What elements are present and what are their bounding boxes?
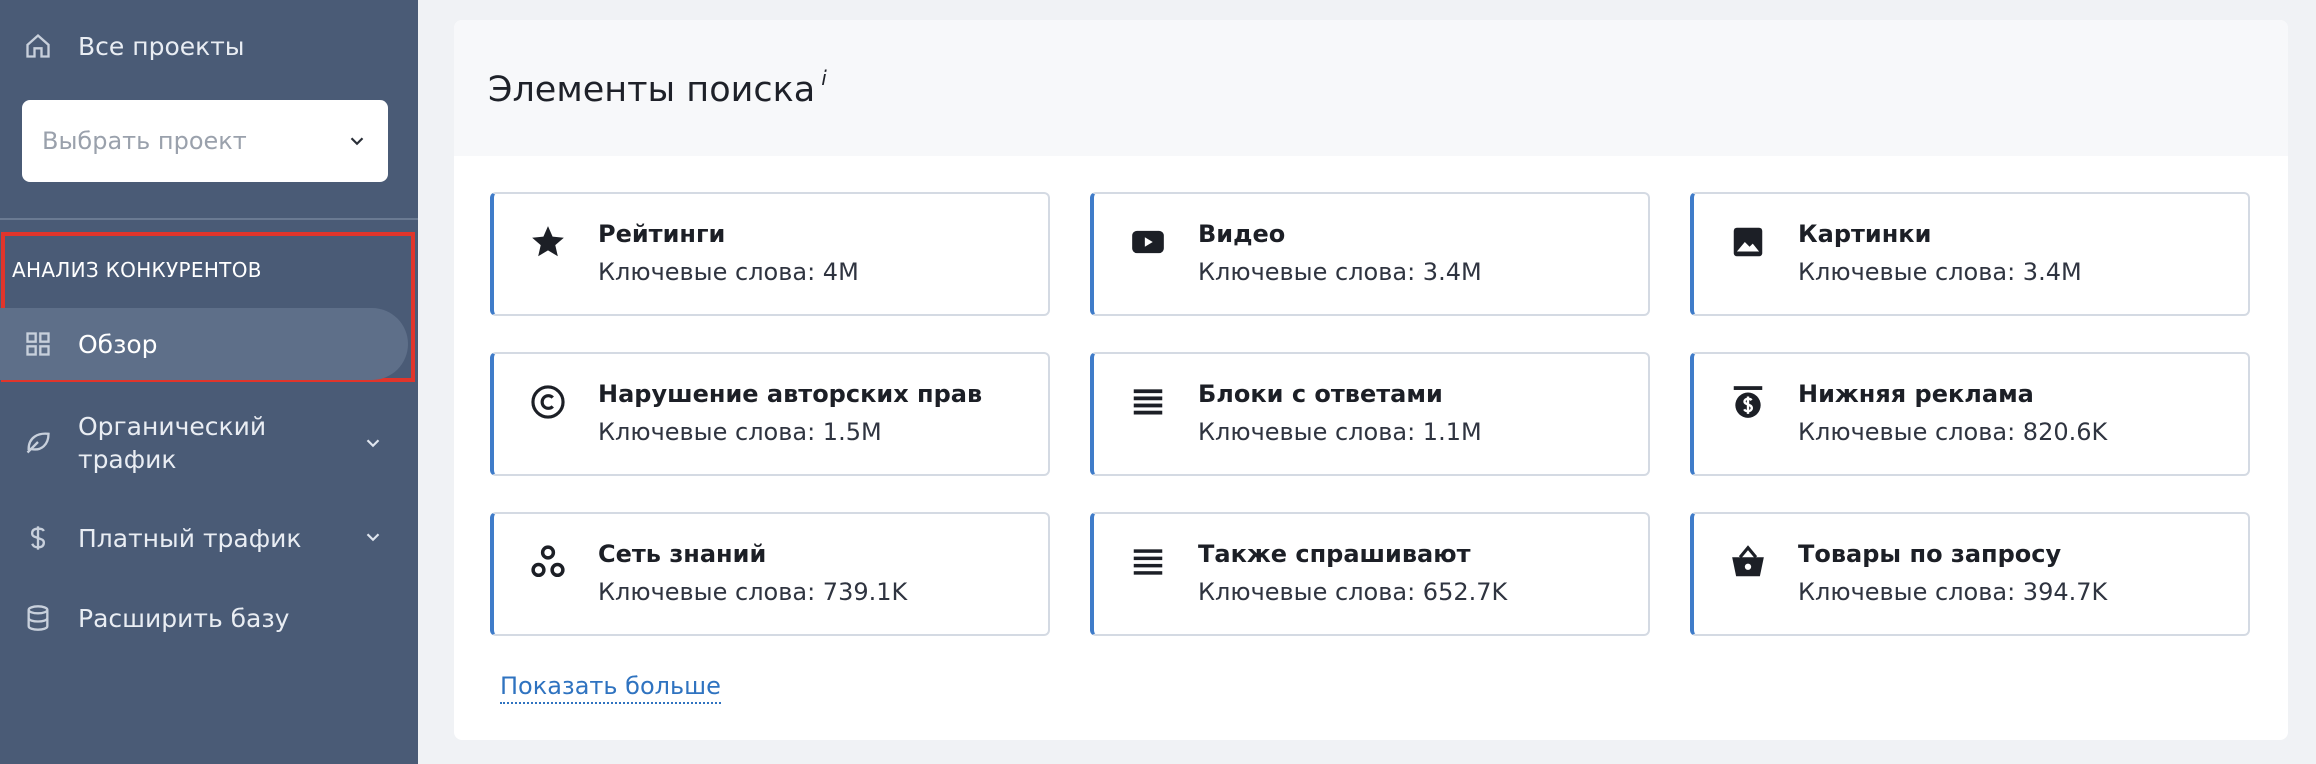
tile-keywords: Ключевые слова: 1.1M: [1198, 418, 1482, 446]
tile-keywords: Ключевые слова: 1.5M: [598, 418, 882, 446]
tile-people-also-ask[interactable]: Также спрашивают Ключевые слова: 652.7K: [1090, 512, 1650, 636]
tile-video[interactable]: Видео Ключевые слова: 3.4M: [1090, 192, 1650, 316]
sidebar-item-label: Органический трафик: [78, 412, 267, 474]
basket-icon: [1728, 542, 1768, 582]
sidebar-divider: [0, 218, 418, 220]
tile-name: Товары по запросу: [1798, 540, 2062, 568]
ad-dollar-icon: [1728, 382, 1768, 422]
tile-keywords: Ключевые слова: 4M: [598, 258, 859, 286]
tile-name: Нарушение авторских прав: [598, 380, 983, 408]
card-header: Элементы поиска i: [454, 20, 2288, 156]
tile-name: Картинки: [1798, 220, 1932, 248]
copyright-icon: [528, 382, 568, 422]
knowledge-graph-icon: [528, 542, 568, 582]
chevron-down-icon: [362, 432, 384, 454]
all-projects-label: Все проекты: [78, 32, 245, 61]
serp-features-card: Элементы поиска i Рейтинги Ключевые слова…: [454, 20, 2288, 740]
sidebar-item-label: Обзор: [78, 330, 158, 359]
all-projects-link[interactable]: Все проекты: [0, 30, 418, 64]
project-select-placeholder: Выбрать проект: [42, 127, 247, 155]
sidebar-item-label: Платный трафик: [78, 524, 302, 553]
sidebar-item-extend-base[interactable]: Расширить базу: [0, 602, 418, 636]
tile-copyright[interactable]: Нарушение авторских прав Ключевые слова:…: [490, 352, 1050, 476]
tile-name: Рейтинги: [598, 220, 726, 248]
home-icon: [22, 30, 54, 62]
tile-name: Нижняя реклама: [1798, 380, 2034, 408]
sidebar: Все проекты Выбрать проект АНАЛИЗ КОНКУР…: [0, 0, 418, 764]
tile-name: Видео: [1198, 220, 1286, 248]
tile-keywords: Ключевые слова: 820.6K: [1798, 418, 2108, 446]
tile-keywords: Ключевые слова: 3.4M: [1798, 258, 2082, 286]
tile-ratings[interactable]: Рейтинги Ключевые слова: 4M: [490, 192, 1050, 316]
tile-name: Сеть знаний: [598, 540, 767, 568]
grid-icon: [22, 328, 54, 360]
answer-block-icon: [1128, 382, 1168, 422]
tile-shopping[interactable]: Товары по запросу Ключевые слова: 394.7K: [1690, 512, 2250, 636]
tile-keywords: Ключевые слова: 394.7K: [1798, 578, 2108, 606]
sidebar-item-organic-traffic[interactable]: Органический трафик: [0, 410, 418, 478]
show-more-link[interactable]: Показать больше: [500, 672, 721, 704]
sidebar-item-label: Расширить базу: [78, 604, 290, 633]
chevron-down-icon: [362, 526, 384, 548]
tile-bottom-ads[interactable]: Нижняя реклама Ключевые слова: 820.6K: [1690, 352, 2250, 476]
tile-keywords: Ключевые слова: 739.1K: [598, 578, 908, 606]
page-title-text: Элементы поиска: [488, 70, 816, 110]
star-icon: [528, 222, 568, 262]
tile-knowledge-graph[interactable]: Сеть знаний Ключевые слова: 739.1K: [490, 512, 1050, 636]
database-icon: [22, 602, 54, 634]
tile-images[interactable]: Картинки Ключевые слова: 3.4M: [1690, 192, 2250, 316]
video-icon: [1128, 222, 1168, 262]
tile-name: Блоки с ответами: [1198, 380, 1443, 408]
dollar-icon: [22, 522, 54, 554]
sidebar-item-paid-traffic[interactable]: Платный трафик: [0, 522, 418, 556]
leaf-icon: [22, 426, 54, 458]
sidebar-item-overview[interactable]: Обзор: [0, 328, 418, 362]
chevron-down-icon: [346, 130, 368, 152]
tile-keywords: Ключевые слова: 3.4M: [1198, 258, 1482, 286]
tile-keywords: Ключевые слова: 652.7K: [1198, 578, 1508, 606]
tile-answer-blocks[interactable]: Блоки с ответами Ключевые слова: 1.1M: [1090, 352, 1650, 476]
list-icon: [1128, 542, 1168, 582]
tile-name: Также спрашивают: [1198, 540, 1471, 568]
image-icon: [1728, 222, 1768, 262]
section-title: АНАЛИЗ КОНКУРЕНТОВ: [12, 258, 262, 282]
info-icon[interactable]: i: [821, 66, 827, 90]
project-select[interactable]: Выбрать проект: [22, 100, 388, 182]
page-title: Элементы поиска i: [488, 66, 827, 110]
